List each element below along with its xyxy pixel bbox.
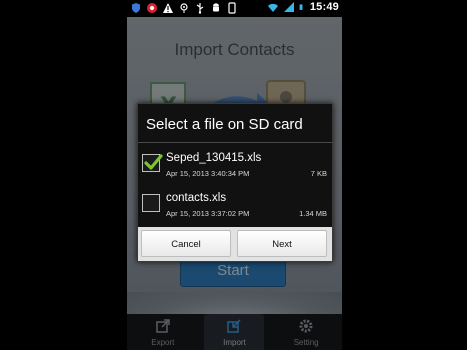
- battery-icon: [299, 4, 303, 10]
- file-picker-dialog: Select a file on SD card Seped_130415.xl…: [137, 103, 333, 262]
- list-item[interactable]: Seped_130415.xls Apr 15, 2013 3:40:34 PM…: [138, 148, 332, 186]
- status-bar: 15:49: [127, 0, 342, 17]
- file-name: Seped_130415.xls: [166, 152, 262, 164]
- warning-icon: [163, 3, 173, 13]
- list-item[interactable]: contacts.xls Apr 15, 2013 3:37:02 PM 1.3…: [138, 188, 332, 226]
- shield-icon: [132, 3, 140, 13]
- usb-icon: [196, 3, 204, 14]
- clock: 15:49: [309, 1, 339, 13]
- dialog-title: Select a file on SD card: [146, 116, 303, 133]
- wifi-icon: [267, 3, 278, 12]
- file-size: 7 KB: [310, 169, 327, 178]
- android-icon: [213, 3, 219, 12]
- file-checkbox[interactable]: [142, 154, 163, 172]
- system-icons: 15:49: [267, 1, 339, 13]
- cancel-button[interactable]: Cancel: [141, 230, 231, 257]
- phone-icon: [228, 2, 236, 14]
- signal-icon: [283, 2, 294, 12]
- phone-screen: 15:49 Import Contacts X Start Export Imp…: [127, 0, 342, 350]
- file-date: Apr 15, 2013 3:40:34 PM: [166, 169, 250, 178]
- file-name: contacts.xls: [166, 192, 227, 204]
- checkmark-icon: [144, 154, 163, 170]
- next-button[interactable]: Next: [237, 230, 327, 257]
- file-date: Apr 15, 2013 3:37:02 PM: [166, 209, 250, 218]
- dialog-button-bar: Cancel Next: [138, 227, 332, 261]
- notification-icons: [130, 2, 238, 14]
- divider: [138, 142, 332, 143]
- ant-icon: [180, 3, 188, 13]
- file-checkbox[interactable]: [142, 194, 160, 212]
- record-icon: [147, 3, 157, 13]
- file-size: 1.34 MB: [299, 209, 327, 218]
